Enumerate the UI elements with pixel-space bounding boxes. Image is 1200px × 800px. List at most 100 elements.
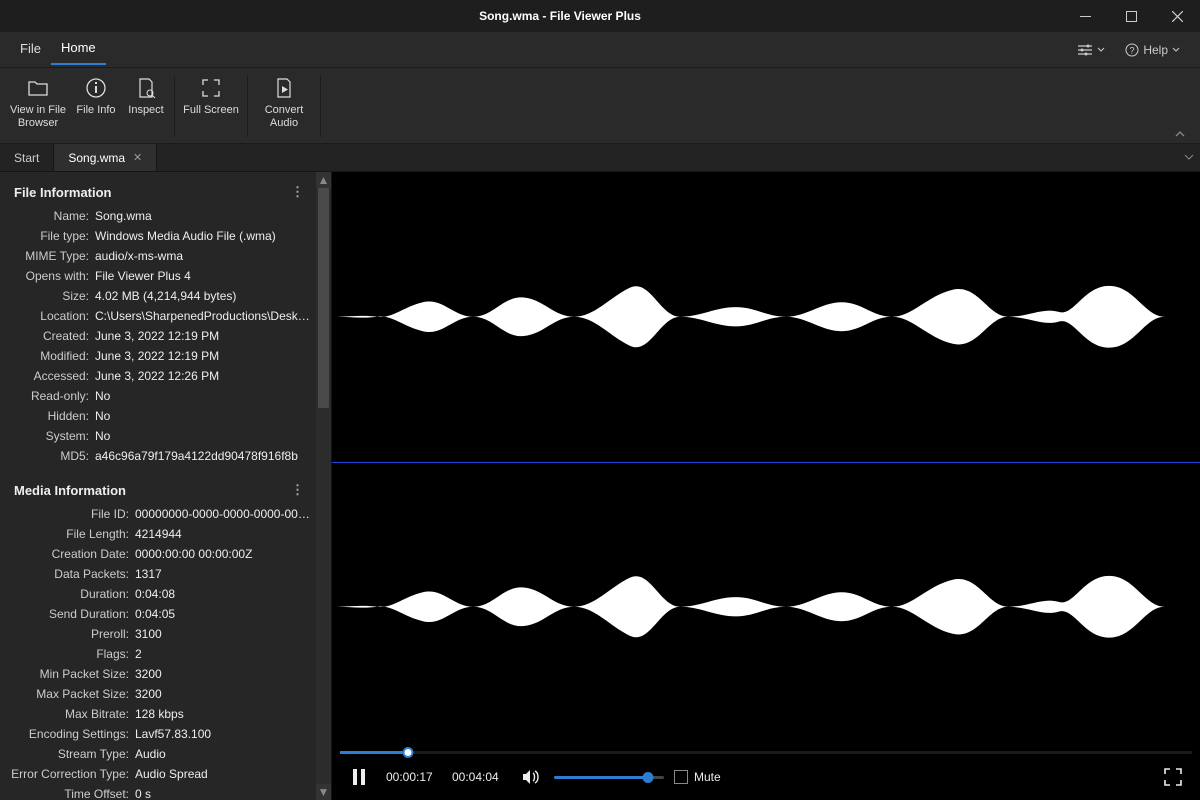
info-value: C:\Users\SharpenedProductions\Desktop\ xyxy=(95,307,312,325)
full-screen-button[interactable]: Full Screen xyxy=(179,70,243,143)
more-icon[interactable]: ⋮ xyxy=(291,482,310,498)
minimize-icon xyxy=(1080,11,1091,22)
info-row: Send Duration:0:04:05 xyxy=(10,604,312,624)
info-key: Location: xyxy=(10,307,95,325)
info-value: Audio xyxy=(135,745,312,763)
info-row: Hidden:No xyxy=(10,406,312,426)
play-pause-button[interactable] xyxy=(346,764,372,790)
info-value: 00000000-0000-0000-0000-00000… xyxy=(135,505,312,523)
info-row: Encoding Settings:Lavf57.83.100 xyxy=(10,724,312,744)
info-key: Encoding Settings: xyxy=(10,725,135,743)
info-value: No xyxy=(95,427,312,445)
tab-file[interactable]: Song.wma ✕ xyxy=(54,144,157,171)
info-row: Preroll:3100 xyxy=(10,624,312,644)
info-value: 3200 xyxy=(135,665,312,683)
info-key: Stream Type: xyxy=(10,745,135,763)
menu-home[interactable]: Home xyxy=(51,34,106,65)
info-row: Opens with:File Viewer Plus 4 xyxy=(10,266,312,286)
volume-handle[interactable] xyxy=(642,772,653,783)
info-key: System: xyxy=(10,427,95,445)
fullscreen-player-button[interactable] xyxy=(1160,764,1186,790)
info-key: MD5: xyxy=(10,447,95,465)
window-title: Song.wma - File Viewer Plus xyxy=(58,9,1062,23)
help-icon: ? xyxy=(1125,43,1139,57)
scroll-down-button[interactable]: ▼ xyxy=(316,784,331,800)
maximize-icon xyxy=(1126,11,1137,22)
info-row: Size:4.02 MB (4,214,944 bytes) xyxy=(10,286,312,306)
help-button[interactable]: ? Help xyxy=(1115,37,1190,63)
info-row: Min Packet Size:3200 xyxy=(10,664,312,684)
view-in-file-browser-button[interactable]: View in File Browser xyxy=(6,70,70,143)
info-value: Audio Spread xyxy=(135,765,312,783)
info-row: System:No xyxy=(10,426,312,446)
more-icon[interactable]: ⋮ xyxy=(291,184,310,200)
info-row: Stream Type:Audio xyxy=(10,744,312,764)
chevron-up-icon[interactable] xyxy=(1174,129,1186,139)
info-value: audio/x-ms-wma xyxy=(95,247,312,265)
inspect-button[interactable]: Inspect xyxy=(122,70,170,143)
info-value: 3200 xyxy=(135,685,312,703)
menu-file[interactable]: File xyxy=(10,35,51,64)
info-key: Send Duration: xyxy=(10,605,135,623)
toolbar-ribbon: View in File Browser File Info Inspect F… xyxy=(0,68,1200,144)
info-panel: File Information ⋮ Name:Song.wmaFile typ… xyxy=(0,172,332,800)
info-key: Accessed: xyxy=(10,367,95,385)
scroll-up-button[interactable]: ▲ xyxy=(316,172,331,188)
waveform-left xyxy=(332,172,1200,462)
info-row: Flags:2 xyxy=(10,644,312,664)
mute-checkbox[interactable]: Mute xyxy=(674,770,721,785)
info-value: June 3, 2022 12:19 PM xyxy=(95,347,312,365)
info-value: 128 kbps xyxy=(135,705,312,723)
info-row: File Length:4214944 xyxy=(10,524,312,544)
tab-overflow-button[interactable] xyxy=(1184,150,1194,164)
tab-close-button[interactable]: ✕ xyxy=(133,151,142,164)
document-play-icon xyxy=(275,77,293,99)
info-value: 3100 xyxy=(135,625,312,643)
info-scrollbar[interactable]: ▲ ▼ xyxy=(316,172,331,800)
info-key: File ID: xyxy=(10,505,135,523)
convert-audio-button[interactable]: Convert Audio xyxy=(252,70,316,143)
info-value: June 3, 2022 12:19 PM xyxy=(95,327,312,345)
window-close-button[interactable] xyxy=(1154,0,1200,32)
window-minimize-button[interactable] xyxy=(1062,0,1108,32)
info-icon xyxy=(85,77,107,99)
info-value: June 3, 2022 12:26 PM xyxy=(95,367,312,385)
volume-slider[interactable] xyxy=(554,776,664,779)
info-value: No xyxy=(95,407,312,425)
info-row: Duration:0:04:08 xyxy=(10,584,312,604)
time-total: 00:04:04 xyxy=(452,770,504,784)
info-value: 0000:00:00 00:00:00Z xyxy=(135,545,312,563)
seek-bar[interactable] xyxy=(340,751,1192,754)
settings-button[interactable] xyxy=(1067,37,1115,63)
info-key: Data Packets: xyxy=(10,565,135,583)
file-info-button[interactable]: File Info xyxy=(70,70,122,143)
info-key: Size: xyxy=(10,287,95,305)
info-key: Opens with: xyxy=(10,267,95,285)
player-controls: 00:00:17 00:04:04 Mute xyxy=(332,754,1200,800)
window-maximize-button[interactable] xyxy=(1108,0,1154,32)
speaker-icon xyxy=(521,768,541,786)
info-value: Lavf57.83.100 xyxy=(135,725,312,743)
scroll-thumb[interactable] xyxy=(318,188,329,408)
fullscreen-icon xyxy=(201,78,221,98)
info-key: Name: xyxy=(10,207,95,225)
sliders-icon xyxy=(1077,43,1093,57)
document-search-icon xyxy=(136,77,156,99)
info-key: File type: xyxy=(10,227,95,245)
info-value: File Viewer Plus 4 xyxy=(95,267,312,285)
info-key: Read-only: xyxy=(10,387,95,405)
info-row: Accessed:June 3, 2022 12:26 PM xyxy=(10,366,312,386)
info-row: Creation Date:0000:00:00 00:00:00Z xyxy=(10,544,312,564)
tab-start[interactable]: Start xyxy=(0,144,54,171)
info-key: Creation Date: xyxy=(10,545,135,563)
info-row: Read-only:No xyxy=(10,386,312,406)
info-value: Windows Media Audio File (.wma) xyxy=(95,227,312,245)
info-key: Preroll: xyxy=(10,625,135,643)
volume-button[interactable] xyxy=(518,764,544,790)
seek-handle[interactable] xyxy=(403,747,414,758)
info-row: Name:Song.wma xyxy=(10,206,312,226)
info-key: Time Offset: xyxy=(10,785,135,800)
info-value: Song.wma xyxy=(95,207,312,225)
info-value: a46c96a79f179a4122dd90478f916f8b xyxy=(95,447,312,465)
document-tabs: Start Song.wma ✕ xyxy=(0,144,1200,172)
